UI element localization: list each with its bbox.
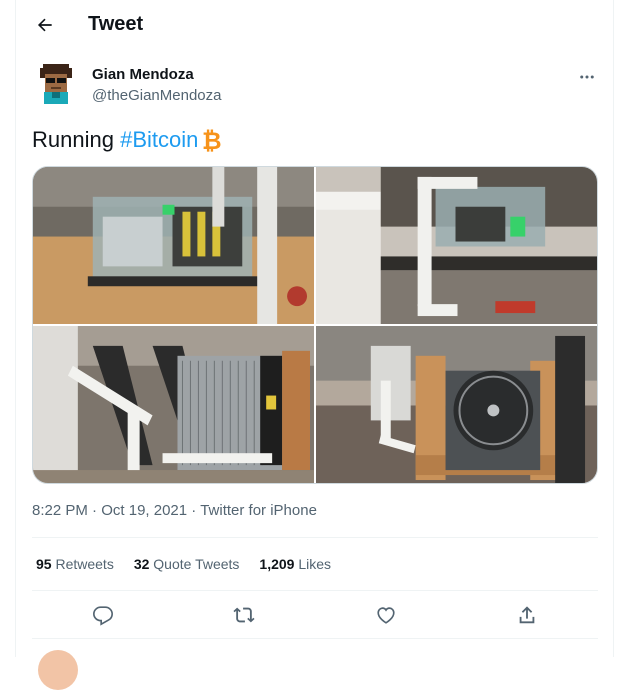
more-icon: [580, 75, 594, 79]
divider: [32, 638, 598, 639]
tweet-author: Gian Mendoza @theGianMendoza: [32, 60, 602, 116]
tweet-meta: 8:22 PM · Oct 19, 2021 · Twitter for iPh…: [32, 502, 317, 519]
avatar[interactable]: [32, 60, 80, 108]
hashtag-link[interactable]: #Bitcoin: [120, 125, 198, 155]
user-handle[interactable]: @theGianMendoza: [92, 87, 221, 104]
tweet-source[interactable]: Twitter for iPhone: [200, 502, 317, 519]
bitcoin-icon: ₿: [202, 127, 222, 153]
tweet-text-prefix: Running: [32, 127, 121, 152]
page-title: Tweet: [88, 13, 144, 35]
reply-icon: [92, 606, 113, 626]
divider: [32, 590, 598, 591]
display-name[interactable]: Gian Mendoza: [92, 66, 194, 83]
back-button[interactable]: [28, 8, 62, 42]
tweet-text: Running #Bitcoin ₿: [32, 125, 224, 155]
likes-stat[interactable]: 1,209 Likes: [259, 556, 331, 572]
tweet-photo-4[interactable]: [316, 326, 597, 483]
media-grid: [32, 166, 598, 484]
share-icon: [519, 606, 535, 624]
retweets-stat[interactable]: 95 Retweets: [36, 556, 114, 572]
next-reply: [32, 648, 598, 690]
tweet-photo-2[interactable]: [316, 167, 597, 324]
meta-separator: ·: [187, 502, 201, 519]
tweet-date[interactable]: Oct 19, 2021: [101, 502, 187, 519]
divider: [32, 537, 598, 538]
tweet-page: Tweet Gian Mendoza @theGianMendoza Runni…: [15, 0, 615, 690]
quote-tweets-stat[interactable]: 32 Quote Tweets: [134, 556, 240, 572]
tweet-photo-3[interactable]: [33, 326, 314, 483]
reply-button[interactable]: [85, 597, 121, 633]
svg-text:₿: ₿: [202, 127, 222, 153]
tweet-photo-1[interactable]: [33, 167, 314, 324]
like-button[interactable]: [368, 597, 404, 633]
arrow-left-icon: [37, 18, 52, 32]
tweet-actions: [32, 592, 598, 638]
meta-separator: ·: [87, 502, 102, 519]
like-icon: [377, 607, 395, 624]
more-options-button[interactable]: [572, 62, 602, 92]
retweet-button[interactable]: [226, 597, 262, 633]
tweet-time[interactable]: 8:22 PM: [32, 502, 88, 519]
retweet-icon: [233, 607, 255, 623]
avatar[interactable]: [38, 650, 78, 690]
tweet-stats: 95 Retweets 32 Quote Tweets 1,209 Likes: [36, 556, 331, 572]
header: Tweet: [16, 0, 615, 50]
share-button[interactable]: [509, 597, 545, 633]
